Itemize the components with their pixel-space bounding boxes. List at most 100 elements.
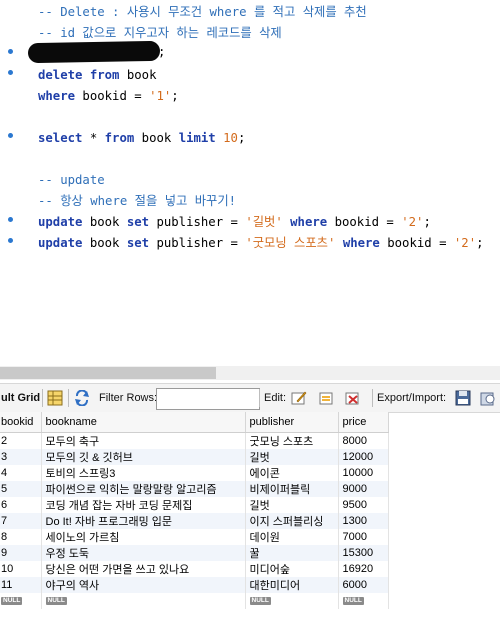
grid-body: 2 모두의 축구 굿모닝 스포츠 8000 3 모두의 깃 & 깃허브 길벗 12000 4 토비… <box>0 432 389 609</box>
code-token: publisher = <box>149 215 246 229</box>
table-row[interactable]: 10 당신은 어떤 가면을 쓰고 있나요 미디어숲 16920 <box>0 561 389 577</box>
code-token: from <box>89 68 120 82</box>
table-cell[interactable]: 미디어숲 <box>245 561 339 577</box>
code-token: '굿모닝 스포츠' <box>245 236 336 250</box>
refresh-icon[interactable] <box>74 390 90 406</box>
table-row[interactable]: 3 모두의 깃 & 깃허브 길벗 12000 <box>0 449 389 465</box>
grid-icon[interactable] <box>47 390 63 406</box>
table-cell[interactable]: 15300 <box>338 545 389 561</box>
table-cell[interactable]: 2 <box>0 432 42 449</box>
code-line[interactable]: update book set publisher = '굿모닝 스포츠' wh… <box>38 233 484 254</box>
code-token: delete <box>38 68 83 82</box>
table-cell[interactable]: 11 <box>0 577 42 593</box>
table-cell[interactable]: 꿀 <box>245 545 339 561</box>
result-grid-tab[interactable]: ult Grid <box>1 384 40 412</box>
code-line[interactable]: delete from book <box>38 65 156 86</box>
table-cell[interactable]: 대한미디어 <box>245 577 339 593</box>
table-cell[interactable]: 비제이퍼블릭 <box>245 481 339 497</box>
code-token: '2' <box>453 236 477 250</box>
editor-horizontal-scrollbar[interactable] <box>0 366 500 380</box>
table-cell[interactable]: 12000 <box>338 449 389 465</box>
table-row[interactable]: 11 야구의 역사 대한미디어 6000 <box>0 577 389 593</box>
statement-marker-icon <box>8 70 13 75</box>
table-cell[interactable]: 모두의 깃 & 깃허브 <box>41 449 246 465</box>
add-row-icon[interactable] <box>319 390 335 406</box>
table-cell[interactable]: 8000 <box>338 432 389 449</box>
code-line[interactable]: select * from book limit 10; <box>38 128 245 149</box>
table-cell[interactable]: 9 <box>0 545 42 561</box>
code-line[interactable]: -- id 값으로 지우고자 하는 레코드를 삭제 <box>38 23 282 44</box>
export-icon[interactable] <box>455 390 471 406</box>
table-cell[interactable]: 9500 <box>338 497 389 513</box>
table-cell[interactable]: 당신은 어떤 가면을 쓰고 있나요 <box>41 561 246 577</box>
edit-row-icon[interactable] <box>291 390 307 406</box>
table-cell[interactable]: 8 <box>0 529 42 545</box>
table-cell[interactable]: 모두의 축구 <box>41 432 246 449</box>
table-row[interactable]: 4 토비의 스프링3 에이콘 10000 <box>0 465 389 481</box>
table-cell[interactable]: 야구의 역사 <box>41 577 246 593</box>
table-cell[interactable]: 길벗 <box>245 497 339 513</box>
code-token: update <box>38 215 83 229</box>
table-cell[interactable]: 1300 <box>338 513 389 529</box>
column-header[interactable]: publisher <box>245 412 339 433</box>
table-row[interactable]: 8 세이노의 가르침 데이원 7000 <box>0 529 389 545</box>
table-cell[interactable]: 10 <box>0 561 42 577</box>
table-row[interactable]: 9 우정 도둑 꿀 15300 <box>0 545 389 561</box>
table-row[interactable]: 6 코딩 개념 잡는 자바 코딩 문제집 길벗 9500 <box>0 497 389 513</box>
import-icon[interactable] <box>480 390 496 406</box>
table-row-new[interactable]: NULL NULL NULL NULL <box>0 593 389 609</box>
table-cell[interactable]: 길벗 <box>245 449 339 465</box>
table-cell[interactable]: 3 <box>0 449 42 465</box>
table-cell[interactable]: 9000 <box>338 481 389 497</box>
scrollbar-thumb[interactable] <box>0 367 216 379</box>
result-grid: bookid bookname publisher price 2 모두의 축구 굿… <box>0 412 389 609</box>
code-token: * <box>82 131 105 145</box>
table-cell[interactable]: 코딩 개념 잡는 자바 코딩 문제집 <box>41 497 246 513</box>
column-header[interactable]: bookname <box>41 412 246 433</box>
divider <box>259 389 260 407</box>
table-cell[interactable]: 데이원 <box>245 529 339 545</box>
table-cell[interactable]: 6000 <box>338 577 389 593</box>
statement-marker-icon <box>8 133 13 138</box>
table-row[interactable]: 7 Do It! 자바 프로그래밍 입문 이지 스퍼블리싱 1300 <box>0 513 389 529</box>
table-cell[interactable]: NULL <box>245 593 339 609</box>
code-token: where <box>38 89 76 103</box>
filter-rows-input[interactable] <box>156 388 260 410</box>
code-line[interactable]: -- 항상 where 절을 넣고 바꾸기! <box>38 191 236 212</box>
table-cell[interactable]: 파이썬으로 익히는 말랑말랑 알고리즘 <box>41 481 246 497</box>
code-line[interactable]: where bookid = '1'; <box>38 86 179 107</box>
column-header[interactable]: price <box>338 412 389 433</box>
code-token: from <box>104 131 135 145</box>
table-cell[interactable]: 7000 <box>338 529 389 545</box>
table-cell[interactable]: 16920 <box>338 561 389 577</box>
code-token: ; <box>237 131 246 145</box>
null-badge: NULL <box>342 596 364 605</box>
code-line[interactable]: -- update <box>38 170 105 191</box>
table-row[interactable]: 2 모두의 축구 굿모닝 스포츠 8000 <box>0 432 389 449</box>
table-cell[interactable]: 우정 도둑 <box>41 545 246 561</box>
table-cell[interactable]: 6 <box>0 497 42 513</box>
code-line[interactable]: -- Delete : 사용시 무조건 where 를 적고 삭제를 추천 <box>38 2 367 23</box>
table-cell[interactable]: 7 <box>0 513 42 529</box>
table-cell[interactable]: 이지 스퍼블리싱 <box>245 513 339 529</box>
table-cell[interactable]: NULL <box>0 593 42 609</box>
table-cell[interactable]: 토비의 스프링3 <box>41 465 246 481</box>
table-cell[interactable]: Do It! 자바 프로그래밍 입문 <box>41 513 246 529</box>
table-cell[interactable]: 에이콘 <box>245 465 339 481</box>
null-badge: NULL <box>1 596 23 605</box>
table-cell[interactable]: 4 <box>0 465 42 481</box>
table-cell[interactable]: NULL <box>41 593 246 609</box>
table-row[interactable]: 5 파이썬으로 익히는 말랑말랑 알고리즘 비제이퍼블릭 9000 <box>0 481 389 497</box>
divider <box>372 389 373 407</box>
column-header[interactable]: bookid <box>0 412 42 433</box>
delete-row-icon[interactable] <box>345 390 361 406</box>
table-cell[interactable]: 10000 <box>338 465 389 481</box>
table-cell[interactable]: 5 <box>0 481 42 497</box>
sql-editor[interactable]: -- Delete : 사용시 무조건 where 를 적고 삭제를 추천 -- … <box>0 0 500 360</box>
table-cell[interactable]: 세이노의 가르침 <box>41 529 246 545</box>
table-cell[interactable]: 굿모닝 스포츠 <box>245 432 339 449</box>
code-line[interactable]: update book set publisher = '길벗' where b… <box>38 212 431 233</box>
table-cell[interactable]: NULL <box>338 593 389 609</box>
